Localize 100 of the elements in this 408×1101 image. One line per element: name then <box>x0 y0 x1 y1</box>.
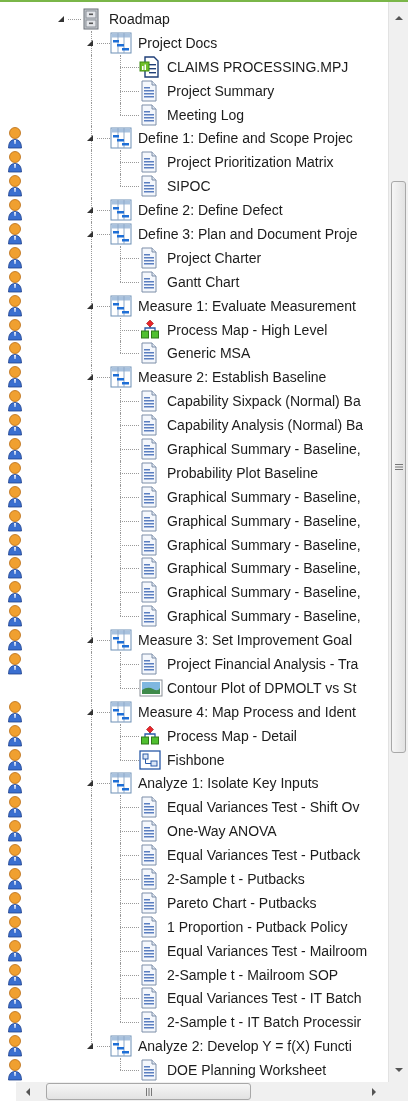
tree-item[interactable]: Project Charter <box>165 248 264 267</box>
tree-item[interactable]: CLAIMS PROCESSING.MPJ <box>165 57 351 76</box>
tree-item[interactable]: Project Prioritization Matrix <box>165 153 336 172</box>
expander-icon[interactable] <box>86 134 94 143</box>
document-icon <box>139 987 159 1010</box>
tree-item[interactable]: 1 Proportion - Putback Policy <box>165 917 350 936</box>
tree-item[interactable]: Project Financial Analysis - Tra <box>165 655 361 673</box>
expander-icon[interactable] <box>86 707 94 716</box>
document-icon <box>139 820 159 843</box>
tree-item[interactable]: DOE Planning Worksheet <box>165 1061 329 1080</box>
tree-item[interactable]: Graphical Summary - Baseline, <box>165 583 363 602</box>
tree-item[interactable]: Graphical Summary - Baseline, <box>165 487 363 506</box>
document-icon <box>139 461 159 484</box>
document-icon <box>139 1011 159 1034</box>
document-icon <box>139 868 159 890</box>
scroll-left-icon[interactable] <box>24 1086 32 1097</box>
tree-item[interactable]: Equal Variances Test - Mailroom <box>165 941 370 960</box>
expander-icon[interactable] <box>86 229 94 238</box>
tree-item[interactable]: Measure 2: Establish Baseline <box>136 368 329 387</box>
document-icon <box>139 437 159 460</box>
tree-item[interactable]: Measure 4: Map Process and Ident <box>136 702 358 721</box>
document-icon <box>139 963 159 986</box>
expander-icon[interactable] <box>86 636 94 645</box>
tree-item[interactable]: Graphical Summary - Baseline, <box>165 511 363 530</box>
document-icon <box>139 533 159 556</box>
tree-item[interactable]: Pareto Chart - Putbacks <box>165 893 319 912</box>
gantt-icon <box>110 629 132 652</box>
document-icon <box>139 390 159 413</box>
file-cabinet-icon <box>81 7 101 30</box>
gantt-icon <box>110 700 132 723</box>
document-icon <box>139 485 159 508</box>
tree-item[interactable]: Graphical Summary - Baseline, <box>165 535 363 554</box>
tree-item[interactable]: Process Map - High Level <box>165 320 330 339</box>
tree-item[interactable]: Project Summary <box>165 81 277 100</box>
gantt-icon <box>110 772 132 795</box>
tree-item[interactable]: Equal Variances Test - Shift Ov <box>165 798 362 817</box>
tree-item[interactable]: Capability Analysis (Normal) Ba <box>165 416 366 435</box>
tree-item[interactable]: Define 1: Define and Scope Projec <box>136 129 355 148</box>
scroll-down-icon[interactable] <box>393 1066 404 1074</box>
gantt-icon <box>110 31 132 54</box>
tree-item[interactable]: Generic MSA <box>165 344 253 363</box>
vertical-scrollbar[interactable] <box>388 2 408 1082</box>
document-icon <box>139 175 159 198</box>
expander-icon[interactable] <box>86 38 94 47</box>
expander-icon[interactable] <box>86 373 94 382</box>
tree-item[interactable]: One-Way ANOVA <box>165 822 279 841</box>
tree-item[interactable]: Equal Variances Test - Putback <box>165 846 363 865</box>
tree-item[interactable]: Graphical Summary - Baseline, <box>165 559 363 578</box>
tree-item[interactable]: Contour Plot of DPMOLT vs St <box>165 678 359 697</box>
horizontal-scrollbar[interactable] <box>16 1082 388 1101</box>
document-icon <box>139 844 159 867</box>
tree-item[interactable]: 2-Sample t - IT Batch Processir <box>165 1013 364 1032</box>
grip-icon <box>394 463 403 471</box>
tree-item[interactable]: 2-Sample t - Putbacks <box>165 870 307 888</box>
expander-icon[interactable] <box>86 206 94 215</box>
tree-item[interactable]: Measure 3: Set Improvement Goal <box>136 631 354 650</box>
gantt-icon <box>110 199 132 222</box>
tree-item[interactable]: Define 3: Plan and Document Proje <box>136 224 360 243</box>
expander-icon[interactable] <box>57 14 65 23</box>
tree-item[interactable]: Process Map - Detail <box>165 726 299 745</box>
tree-item[interactable]: Graphical Summary - Baseline, <box>165 439 363 458</box>
gantt-icon <box>110 1035 132 1058</box>
document-icon <box>139 915 159 938</box>
document-icon <box>139 246 159 269</box>
tree-item[interactable]: Capability Sixpack (Normal) Ba <box>165 392 363 411</box>
tree-item[interactable]: Define 2: Define Defect <box>136 201 285 220</box>
gantt-icon <box>110 222 132 245</box>
document-icon <box>139 796 159 819</box>
tree-item[interactable]: Measure 1: Evaluate Measurement <box>136 296 358 315</box>
document-icon <box>139 151 159 174</box>
gantt-icon <box>110 127 132 150</box>
tree-item[interactable]: Project Docs <box>136 33 220 52</box>
expander-icon[interactable] <box>86 779 94 788</box>
flowchart-icon <box>139 318 161 341</box>
tree-item[interactable]: Gantt Chart <box>165 272 242 291</box>
tree-item[interactable]: Fishbone <box>165 750 227 769</box>
scroll-right-icon[interactable] <box>370 1086 378 1097</box>
document-icon <box>139 653 159 675</box>
flowchart-icon <box>139 724 161 747</box>
tree-item[interactable]: SIPOC <box>165 177 213 196</box>
tree-item[interactable]: Meeting Log <box>165 105 247 124</box>
document-icon <box>139 270 159 293</box>
expander-icon[interactable] <box>86 301 94 310</box>
document-icon <box>139 605 159 628</box>
expander-icon[interactable] <box>86 1042 94 1051</box>
document-icon <box>139 509 159 532</box>
tree-item[interactable]: Equal Variances Test - IT Batch <box>165 989 364 1008</box>
document-icon <box>139 939 159 962</box>
tree-item[interactable]: Analyze 2: Develop Y = f(X) Functi <box>136 1037 354 1056</box>
grip-icon <box>144 1087 153 1096</box>
scroll-up-icon[interactable] <box>393 14 404 22</box>
project-file-icon <box>139 55 159 78</box>
scroll-thumb[interactable] <box>391 181 406 753</box>
tree-item[interactable]: Probability Plot Baseline <box>165 463 320 482</box>
document-icon <box>139 79 159 102</box>
scroll-thumb[interactable] <box>46 1083 251 1100</box>
tree-item[interactable]: Roadmap <box>107 9 172 28</box>
tree-item[interactable]: Graphical Summary - Baseline, <box>165 607 363 626</box>
tree-item[interactable]: Analyze 1: Isolate Key Inputs <box>136 774 321 793</box>
tree-item[interactable]: 2-Sample t - Mailroom SOP <box>165 965 341 984</box>
